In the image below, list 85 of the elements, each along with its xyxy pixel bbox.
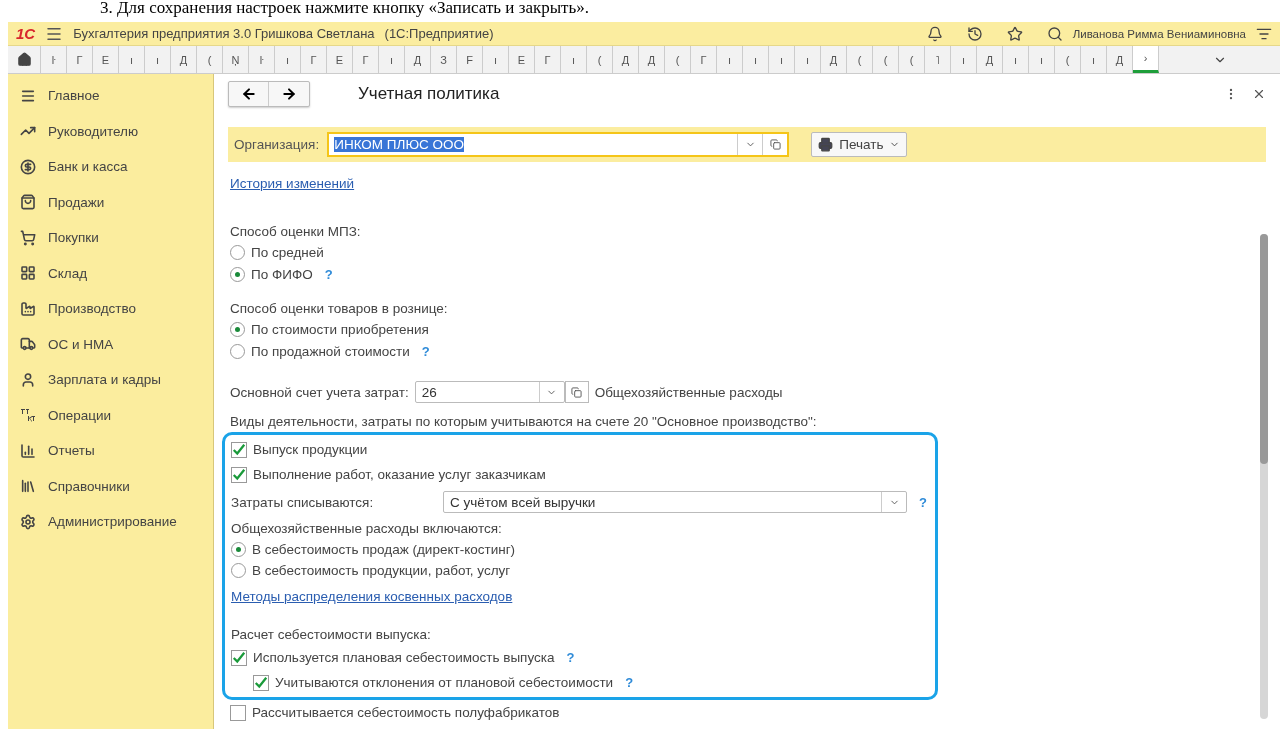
help-mark[interactable]: ?	[919, 494, 927, 510]
radio-label: В себестоимость продаж (директ-костинг)	[252, 542, 516, 557]
radio-button[interactable]	[230, 266, 245, 282]
platform-name: (1С:Предприятие)	[384, 26, 494, 41]
radio-label: По средней	[251, 245, 324, 260]
books-icon	[20, 478, 36, 495]
radio-button[interactable]	[230, 245, 245, 260]
section-label: Расчет себестоимости выпуска:	[231, 626, 431, 642]
radio-label: В себестоимость продукции, работ, услуг	[252, 563, 511, 578]
sidebar-item[interactable]: Покупки	[8, 220, 213, 256]
help-mark[interactable]: ?	[566, 650, 575, 665]
star-icon[interactable]	[1006, 25, 1023, 42]
selected-text: ИНКОМ ПЛЮС ООО	[334, 137, 464, 152]
history-link[interactable]: История изменений	[230, 176, 355, 191]
account-name: Общехозяйственные расходы	[594, 384, 783, 400]
section-label: Способ оценки товаров в рознице:	[230, 300, 448, 316]
app-title: Бухгалтерия предприятия 3.0 Гришкова Светлана	[73, 26, 375, 41]
field-label: Основной счет учета затрат:	[230, 384, 409, 400]
sidebar-item[interactable]: Главное	[8, 78, 213, 114]
section-label: Общехозяйственные расходы включаются:	[231, 520, 502, 536]
sidebar-item[interactable]: Зарплата и кадры	[8, 362, 213, 398]
checkbox[interactable]	[231, 649, 247, 666]
printer-icon	[818, 137, 834, 152]
link[interactable]: Методы распределения косвенных расходов	[231, 588, 513, 604]
scrollbar[interactable]	[1260, 234, 1268, 719]
sidebar-item[interactable]: Продажи	[8, 184, 213, 220]
checkbox-label: Используется плановая себестоимость выпуска	[253, 650, 555, 665]
radio-button[interactable]	[231, 563, 246, 578]
bell-icon[interactable]	[926, 25, 943, 42]
help-mark[interactable]: ?	[324, 266, 333, 282]
section-label: Виды деятельности, затраты по которым учитываются на счете 20 "Основное производство":	[230, 413, 817, 429]
sidebar-item[interactable]: Справочники	[8, 468, 213, 504]
radio-button[interactable]	[230, 343, 245, 359]
home-icon	[16, 52, 32, 67]
bar-chart-icon	[20, 442, 36, 459]
window-tab[interactable]: ›	[1133, 46, 1159, 73]
close-icon[interactable]	[1252, 87, 1266, 101]
open-icon[interactable]	[769, 139, 781, 150]
checkbox[interactable]	[231, 441, 247, 458]
history-icon[interactable]	[966, 25, 983, 42]
section-label: Способ оценки МПЗ:	[230, 223, 361, 239]
organization-field[interactable]: ИНКОМ ПЛЮС ООО	[327, 132, 790, 157]
radio-label: По стоимости приобретения	[251, 322, 429, 337]
user-name[interactable]: Ливанова Римма Вениаминовна	[1072, 27, 1246, 40]
checkbox-label: Выполнение работ, оказание услуг заказчикам	[253, 467, 546, 482]
logo: 1С	[16, 25, 36, 42]
debit-credit-icon	[20, 407, 36, 424]
checkbox-label: Учитываются отклонения от плановой себестоимости	[275, 675, 614, 690]
search-icon[interactable]	[1046, 25, 1063, 42]
checkbox[interactable]	[230, 704, 246, 721]
print-button[interactable]: Печать	[811, 132, 908, 157]
arrow-right-icon	[281, 86, 297, 102]
person-icon	[20, 371, 36, 388]
cart-icon	[20, 229, 36, 246]
sidebar-item[interactable]: Банк и касса	[8, 149, 213, 185]
radio-label: По продажной стоимости	[251, 343, 410, 359]
sidebar-item[interactable]: ОС и НМА	[8, 326, 213, 362]
checkbox[interactable]	[231, 466, 247, 483]
sidebar-item[interactable]: Производство	[8, 291, 213, 327]
dropdown-field[interactable]: С учётом всей выручки	[443, 491, 907, 513]
truck-icon	[20, 336, 36, 353]
form-title: Учетная политика	[358, 84, 500, 104]
radio-button[interactable]	[231, 542, 246, 557]
help-mark[interactable]: ?	[421, 343, 430, 359]
sidebar-item[interactable]: Склад	[8, 255, 213, 291]
sidebar-item[interactable]: Операции	[8, 397, 213, 433]
sidebar-item[interactable]: Администрирование	[8, 504, 213, 540]
help-mark[interactable]: ?	[625, 675, 634, 690]
bag-icon	[20, 194, 36, 211]
gear-icon	[20, 513, 36, 530]
open-icon[interactable]	[571, 386, 583, 398]
input-field[interactable]: 26	[414, 381, 565, 403]
sidebar-item[interactable]: Руководителю	[8, 113, 213, 149]
radio-label: По ФИФО	[251, 266, 313, 282]
checkbox[interactable]	[253, 674, 269, 691]
field-label: Организация:	[234, 137, 320, 152]
sidebar-item[interactable]: Отчеты	[8, 433, 213, 469]
grid-icon	[20, 265, 36, 282]
radio-button[interactable]	[230, 322, 245, 337]
field-label: Затраты списываются:	[231, 494, 374, 510]
checkbox-label: Рассчитывается себестоимость полуфабрикатов	[252, 705, 560, 720]
document-caption: 3. Для сохранения настроек нажмите кнопку «Записать и закрыть».	[99, 0, 591, 19]
coin-icon	[20, 158, 36, 175]
checkbox-label: Выпуск продукции	[253, 442, 368, 457]
factory-icon	[20, 300, 36, 317]
